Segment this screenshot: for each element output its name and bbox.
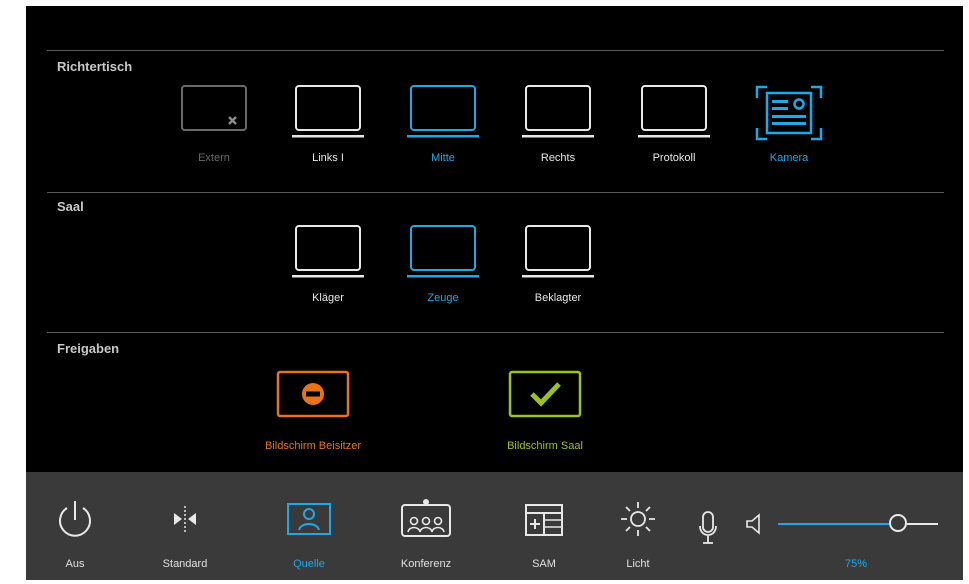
laptop-icon bbox=[292, 225, 364, 278]
device-label: Kläger bbox=[312, 292, 344, 304]
toolbar-label: Aus bbox=[65, 558, 85, 570]
toolbar-label: Quelle bbox=[293, 558, 325, 570]
licht-button[interactable]: Licht bbox=[593, 472, 683, 580]
control-screen: Richtertisch Extern Links I Mitte Rechts bbox=[26, 6, 963, 580]
power-off-button[interactable]: Aus bbox=[30, 472, 120, 580]
blocked-icon bbox=[276, 370, 350, 418]
volume-slider-track bbox=[778, 523, 889, 525]
device-label: Protokoll bbox=[652, 152, 696, 164]
laptop-icon bbox=[292, 85, 364, 138]
divider bbox=[47, 192, 944, 193]
device-klaeger[interactable]: Kläger bbox=[278, 224, 378, 310]
device-zeuge[interactable]: Zeuge bbox=[393, 224, 493, 310]
quelle-button[interactable]: Quelle bbox=[264, 472, 354, 580]
device-label: Extern bbox=[198, 152, 230, 164]
sam-table-icon bbox=[525, 504, 563, 536]
volume-slider-knob[interactable] bbox=[889, 514, 907, 532]
toolbar-label: SAM bbox=[532, 558, 556, 570]
laptop-disconnected-icon bbox=[181, 85, 247, 131]
checkmark-icon bbox=[508, 370, 582, 418]
section-title-saal: Saal bbox=[57, 199, 84, 214]
light-sun-icon bbox=[621, 502, 655, 536]
microphone-button[interactable] bbox=[698, 510, 718, 551]
device-label: Beklagter bbox=[534, 292, 582, 304]
toolbar-label: Standard bbox=[162, 558, 208, 570]
share-bildschirm-beisitzer[interactable]: Bildschirm Beisitzer bbox=[238, 370, 388, 460]
device-protokoll[interactable]: Protokoll bbox=[624, 84, 724, 170]
laptop-icon bbox=[522, 225, 594, 278]
share-label: Bildschirm Saal bbox=[507, 440, 583, 452]
laptop-icon bbox=[522, 85, 594, 138]
power-icon bbox=[59, 501, 91, 537]
device-mitte[interactable]: Mitte bbox=[393, 84, 493, 170]
volume-slider[interactable] bbox=[778, 511, 938, 537]
microphone-icon bbox=[699, 511, 717, 544]
laptop-icon bbox=[638, 85, 710, 138]
section-title-richtertisch: Richtertisch bbox=[57, 59, 133, 74]
laptop-icon bbox=[407, 85, 479, 138]
divider bbox=[47, 50, 944, 51]
device-label: Kamera bbox=[769, 152, 809, 164]
sam-button[interactable]: SAM bbox=[499, 472, 589, 580]
device-label: Links I bbox=[312, 152, 344, 164]
toolbar-label: Licht bbox=[626, 558, 650, 570]
device-label: Mitte bbox=[431, 152, 455, 164]
toolbar-label: Konferenz bbox=[400, 558, 452, 570]
device-rechts[interactable]: Rechts bbox=[508, 84, 608, 170]
share-bildschirm-saal[interactable]: Bildschirm Saal bbox=[470, 370, 620, 460]
device-links-i[interactable]: Links I bbox=[278, 84, 378, 170]
standard-split-icon bbox=[174, 506, 196, 532]
speaker-button[interactable] bbox=[745, 513, 763, 540]
share-label: Bildschirm Beisitzer bbox=[265, 440, 361, 452]
section-title-freigaben: Freigaben bbox=[57, 341, 120, 356]
konferenz-button[interactable]: Konferenz bbox=[381, 472, 471, 580]
device-beklagter[interactable]: Beklagter bbox=[508, 224, 608, 310]
divider bbox=[47, 332, 944, 333]
source-person-icon bbox=[287, 503, 331, 535]
device-kamera[interactable]: Kamera bbox=[739, 84, 839, 170]
device-label: Rechts bbox=[540, 152, 576, 164]
document-camera-icon bbox=[755, 85, 823, 141]
volume-slider-remaining bbox=[907, 523, 938, 525]
device-label: Zeuge bbox=[427, 292, 459, 304]
standard-button[interactable]: Standard bbox=[140, 472, 230, 580]
device-extern[interactable]: Extern bbox=[164, 84, 264, 170]
conference-icon bbox=[401, 499, 451, 537]
laptop-icon bbox=[407, 225, 479, 278]
volume-percent-label: 75% bbox=[844, 558, 868, 570]
speaker-icon bbox=[746, 513, 760, 535]
